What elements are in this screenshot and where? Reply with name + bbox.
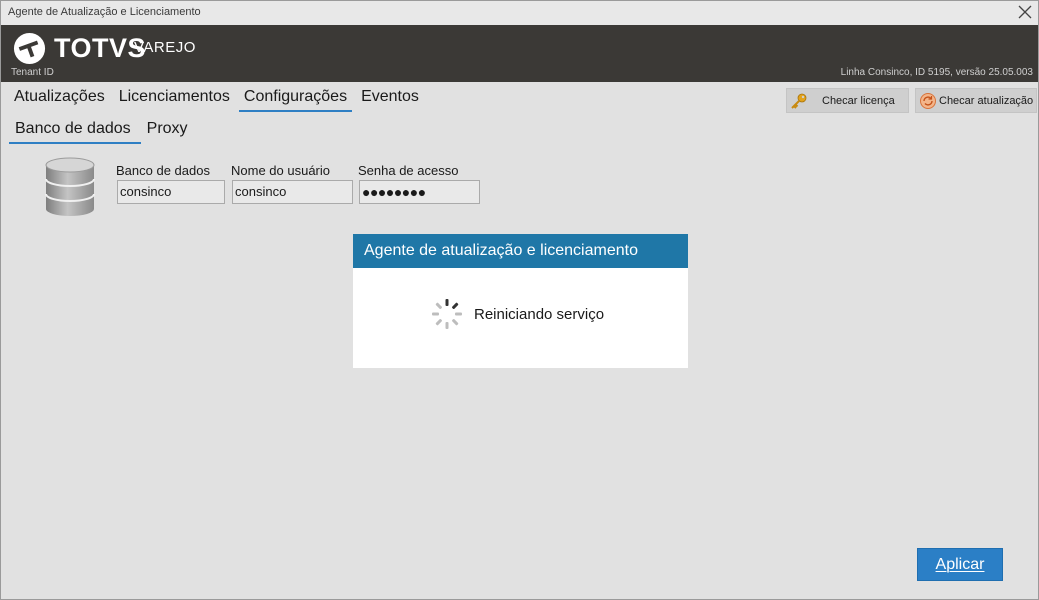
database-name-field: Banco de dados consinco [116, 163, 225, 204]
title-bar: Agente de Atualização e Licenciamento [1, 1, 1038, 25]
username-label: Nome do usuário [231, 163, 330, 178]
tab-licenciamentos[interactable]: Licenciamentos [112, 87, 237, 112]
database-icon [45, 157, 95, 216]
brand-product: VAREJO [134, 39, 196, 56]
config-subtabs: Banco de dados Proxy [7, 119, 196, 145]
app-window: Agente de Atualização e Licenciamento TO… [0, 0, 1039, 600]
tab-atualizacoes[interactable]: Atualizações [7, 87, 112, 112]
brand-header: TOTVS VAREJO Tenant ID Linha Consinco, I… [1, 25, 1038, 82]
database-name-label: Banco de dados [116, 163, 210, 178]
tab-configuracoes[interactable]: Configurações [237, 87, 354, 112]
username-input[interactable]: consinco [232, 180, 353, 204]
progress-dialog: Agente de atualização e licenciamento Re… [353, 234, 688, 368]
username-field: Nome do usuário consinco [231, 163, 353, 204]
check-license-button[interactable]: Checar licença [786, 88, 909, 113]
subtab-banco-de-dados[interactable]: Banco de dados [7, 119, 141, 144]
key-icon [791, 93, 807, 109]
tab-eventos[interactable]: Eventos [354, 87, 426, 112]
close-icon[interactable] [1015, 2, 1035, 22]
main-tabs: Atualizações Licenciamentos Configuraçõe… [7, 87, 426, 113]
brand-name: TOTVS [54, 33, 147, 63]
subtab-proxy[interactable]: Proxy [139, 119, 196, 144]
database-name-input[interactable]: consinco [117, 180, 225, 204]
password-label: Senha de acesso [358, 163, 459, 178]
check-update-label: Checar atualização [939, 95, 1034, 107]
apply-button[interactable]: Aplicar [917, 548, 1003, 581]
loading-spinner-icon [432, 299, 462, 329]
version-info: Linha Consinco, ID 5195, versão 25.05.00… [840, 67, 1033, 78]
check-license-label: Checar licença [822, 95, 895, 107]
window-title: Agente de Atualização e Licenciamento [8, 6, 201, 18]
tenant-id-label: Tenant ID [11, 67, 54, 78]
check-update-button[interactable]: Checar atualização [915, 88, 1037, 113]
dialog-message: Reiniciando serviço [474, 306, 605, 323]
password-field: Senha de acesso ●●●●●●●● [358, 163, 480, 204]
password-input[interactable]: ●●●●●●●● [359, 180, 480, 204]
refresh-icon [920, 93, 936, 109]
dialog-title: Agente de atualização e licenciamento [353, 234, 688, 268]
totvs-logo-icon [13, 32, 46, 65]
